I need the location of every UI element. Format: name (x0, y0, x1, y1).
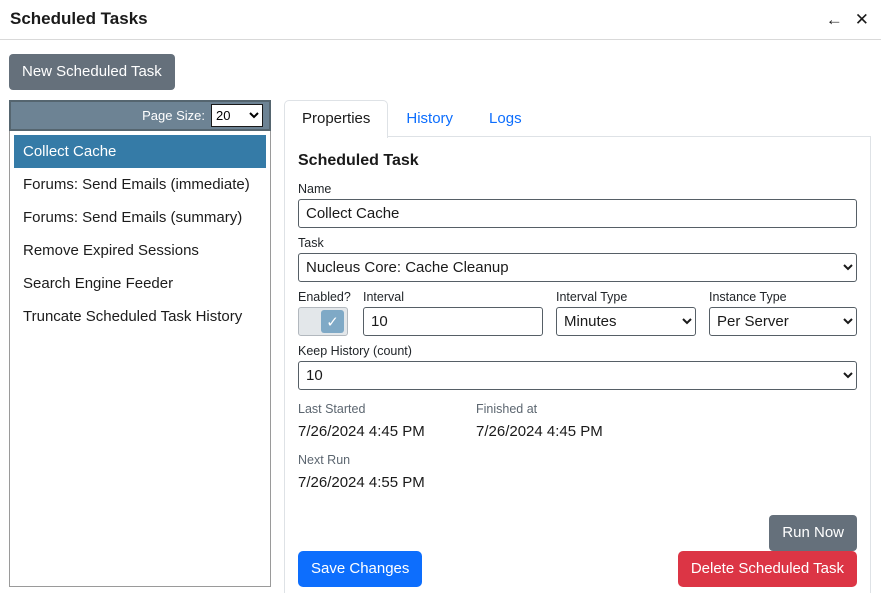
name-label: Name (298, 182, 857, 196)
page-title: Scheduled Tasks (10, 9, 148, 29)
interval-type-select[interactable]: Minutes (556, 307, 696, 336)
run-now-row: Run Now (298, 515, 857, 551)
interval-input[interactable] (363, 307, 543, 336)
content: Page Size: 20 Collect Cache Forums: Send… (0, 100, 881, 587)
app-header: Scheduled Tasks ← ✕ (0, 0, 881, 40)
dates-row: Last Started 7/26/2024 4:45 PM Finished … (298, 402, 857, 440)
last-started-label: Last Started (298, 402, 476, 416)
next-run-block: Next Run 7/26/2024 4:55 PM (298, 453, 857, 491)
save-changes-button[interactable]: Save Changes (298, 551, 422, 587)
detail-panel: Properties History Logs Scheduled Task N… (284, 100, 871, 587)
finished-at-label: Finished at (476, 402, 654, 416)
header-icons: ← ✕ (826, 11, 869, 28)
task-list-item[interactable]: Remove Expired Sessions (14, 234, 266, 267)
page-size-label: Page Size: (142, 108, 205, 123)
interval-label: Interval (363, 290, 543, 304)
finished-at-value: 7/26/2024 4:45 PM (476, 423, 654, 440)
task-label: Task (298, 236, 857, 250)
task-list-item[interactable]: Collect Cache (14, 135, 266, 168)
keep-history-label: Keep History (count) (298, 344, 857, 358)
task-list-item[interactable]: Forums: Send Emails (summary) (14, 201, 266, 234)
task-list-panel: Page Size: 20 Collect Cache Forums: Send… (9, 100, 271, 587)
run-now-button[interactable]: Run Now (769, 515, 857, 551)
back-icon[interactable]: ← (826, 11, 843, 28)
next-run-value: 7/26/2024 4:55 PM (298, 474, 857, 491)
task-list-item[interactable]: Search Engine Feeder (14, 267, 266, 300)
form-heading: Scheduled Task (298, 152, 857, 170)
instance-type-label: Instance Type (709, 290, 857, 304)
page-size-select[interactable]: 20 (211, 104, 263, 127)
enabled-checkbox[interactable]: ✓ (321, 310, 344, 333)
new-scheduled-task-button[interactable]: New Scheduled Task (9, 54, 175, 90)
task-list-item[interactable]: Truncate Scheduled Task History (14, 300, 266, 333)
name-input[interactable] (298, 199, 857, 228)
toolbar: New Scheduled Task (0, 40, 881, 100)
interval-row: Enabled? ✓ Interval Interval Type Minute… (298, 282, 857, 336)
tab-history[interactable]: History (388, 100, 471, 137)
interval-type-label: Interval Type (556, 290, 696, 304)
tab-bar: Properties History Logs (284, 100, 871, 137)
footer-actions: Save Changes Delete Scheduled Task (298, 551, 857, 587)
instance-type-select[interactable]: Per Server (709, 307, 857, 336)
tab-properties[interactable]: Properties (284, 100, 388, 138)
page-size-bar: Page Size: 20 (9, 100, 271, 131)
task-list-item[interactable]: Forums: Send Emails (immediate) (14, 168, 266, 201)
last-started-value: 7/26/2024 4:45 PM (298, 423, 476, 440)
delete-scheduled-task-button[interactable]: Delete Scheduled Task (678, 551, 857, 587)
task-list: Collect Cache Forums: Send Emails (immed… (9, 131, 271, 587)
close-icon[interactable]: ✕ (855, 11, 869, 28)
next-run-label: Next Run (298, 453, 857, 467)
enabled-checkbox-wrap: ✓ (298, 307, 348, 336)
properties-tab-content: Scheduled Task Name Task Nucleus Core: C… (284, 136, 871, 593)
keep-history-select[interactable]: 10 (298, 361, 857, 390)
tab-logs[interactable]: Logs (471, 100, 540, 137)
task-select[interactable]: Nucleus Core: Cache Cleanup (298, 253, 857, 282)
enabled-label: Enabled? (298, 290, 350, 304)
